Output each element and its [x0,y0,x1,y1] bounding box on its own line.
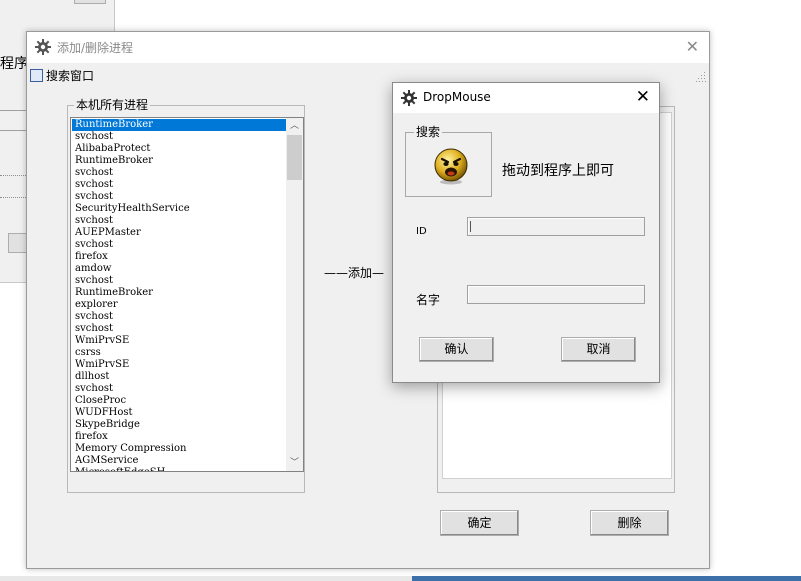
id-field[interactable] [467,217,645,236]
process-list-item[interactable]: svchost [72,179,286,191]
process-list-item[interactable]: WUDFHost [72,407,286,419]
process-list-item[interactable]: svchost [72,191,286,203]
dialog-title-bar[interactable]: DropMouse ✕ [393,83,659,113]
resize-grip-icon[interactable] [696,72,706,82]
divider [0,110,28,111]
search-group: 搜索 [405,125,492,197]
process-list-item[interactable]: svchost [72,215,286,227]
background-window-title-fragment: 程序 [0,56,28,72]
process-list-item[interactable]: amdow [72,263,286,275]
close-icon[interactable]: ✕ [636,87,650,107]
process-list-item[interactable]: RuntimeBroker [72,155,286,167]
local-processes-legend: 本机所有进程 [74,98,151,112]
process-list-item[interactable]: svchost [72,167,286,179]
process-list-item[interactable]: svchost [72,239,286,251]
scroll-down-icon[interactable]: ﹀ [286,455,303,471]
search-window-icon [30,68,43,82]
process-list-item[interactable]: explorer [72,299,286,311]
name-label: 名字 [416,293,441,307]
search-window-label: 搜索窗口 [46,68,95,83]
dialog-title: DropMouse [423,90,491,104]
process-list-item[interactable]: SecurityHealthService [72,203,286,215]
cancel-button[interactable]: 取消 [561,337,636,362]
divider [0,197,28,198]
process-list-items: RuntimeBroker svchost AlibabaProtect Runtim… [72,119,286,471]
confirm-button[interactable]: 确定 [440,510,519,536]
process-list-item[interactable]: svchost [72,383,286,395]
process-list-item[interactable]: MicrosoftEdgeSH [72,467,286,471]
scroll-thumb[interactable] [287,135,302,180]
name-field[interactable] [467,285,645,304]
divider [0,175,28,176]
process-list-item[interactable]: RuntimeBroker [72,287,286,299]
angry-face-drag-icon[interactable] [434,148,468,185]
process-list-scrollbar[interactable]: ︿ ﹀ [286,118,303,471]
process-list-item[interactable]: WmiPrvSE [72,359,286,371]
main-title-bar[interactable]: 添加/删除进程 ✕ [27,32,709,63]
delete-button[interactable]: 删除 [590,510,669,536]
background-window-button[interactable] [74,0,106,4]
divider [0,130,28,131]
ok-button[interactable]: 确认 [419,337,494,362]
process-list[interactable]: RuntimeBroker svchost AlibabaProtect Runtim… [70,117,304,472]
process-list-item[interactable]: RuntimeBroker [72,119,286,131]
process-list-item[interactable]: AGMService [72,455,286,467]
process-list-item[interactable]: svchost [72,311,286,323]
process-list-item[interactable]: AUEPMaster [72,227,286,239]
window-title: 添加/删除进程 [57,41,134,55]
process-list-item[interactable]: CloseProc [72,395,286,407]
process-list-item[interactable]: AlibabaProtect [72,143,286,155]
dropmouse-dialog: DropMouse ✕ 搜索 拖动到程序上即可 ID 名字 确认 取消 [392,82,660,383]
process-list-item[interactable]: svchost [72,131,286,143]
process-list-item[interactable]: WmiPrvSE [72,335,286,347]
taskbar-strip [0,576,412,581]
scroll-up-icon[interactable]: ︿ [286,118,303,134]
process-list-item[interactable]: firefox [72,251,286,263]
add-label: ——添加— [324,266,385,280]
search-legend: 搜索 [414,125,443,139]
process-list-item[interactable]: Memory Compression [72,443,286,455]
process-list-item[interactable]: svchost [72,323,286,335]
text-caret [470,221,471,232]
gear-icon [35,39,51,55]
process-list-item[interactable]: svchost [72,275,286,287]
gear-icon [401,90,417,106]
process-list-item[interactable]: SkypeBridge [72,419,286,431]
process-list-item[interactable]: firefox [72,431,286,443]
search-window-button[interactable]: 搜索窗口 [30,67,94,83]
taskbar-strip-active [412,576,801,581]
id-label: ID [416,226,427,237]
process-list-item[interactable]: csrss [72,347,286,359]
close-icon[interactable]: ✕ [686,37,699,56]
drag-hint: 拖动到程序上即可 [502,163,614,179]
background-window-button[interactable] [8,233,28,253]
process-list-item[interactable]: dllhost [72,371,286,383]
